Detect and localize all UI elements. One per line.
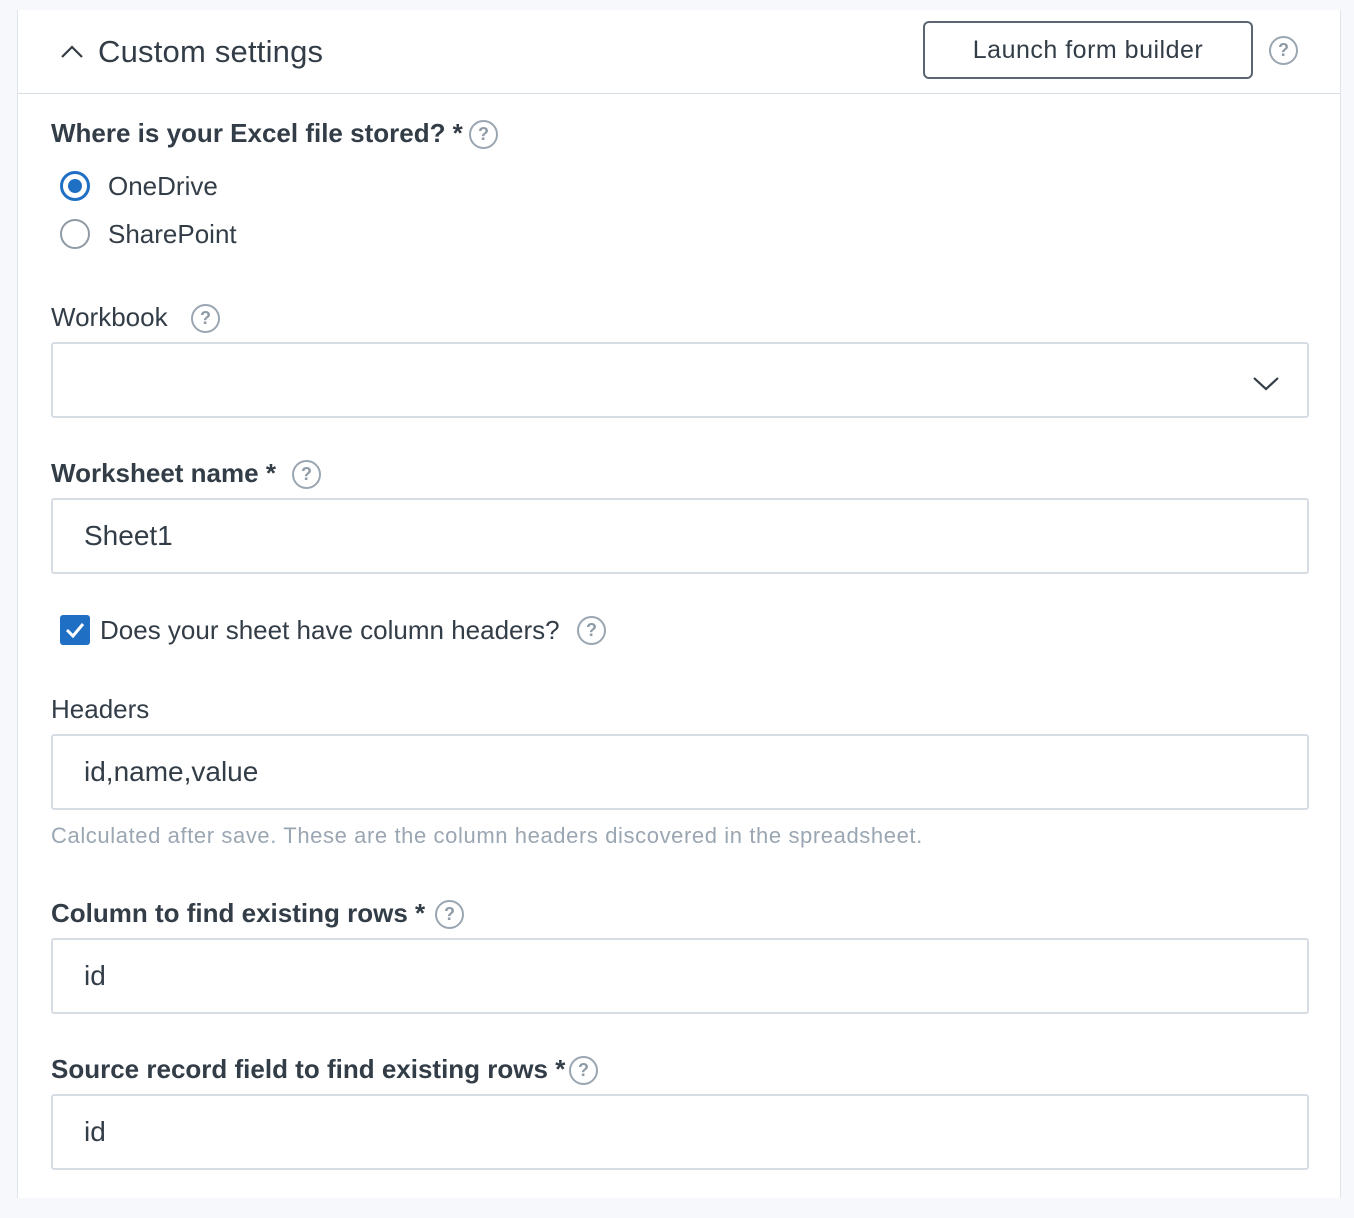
panel-title: Custom settings <box>98 34 324 69</box>
column-headers-checkbox-row[interactable]: Does your sheet have column headers? <box>60 612 560 648</box>
headers-label: Headers <box>51 694 150 724</box>
panel-header: Custom settings Launch form builder ? <box>18 10 1340 94</box>
radio-onedrive[interactable]: OneDrive <box>60 168 218 204</box>
find-column-input[interactable]: id <box>51 938 1309 1014</box>
storage-location-label: Where is your Excel file stored? * <box>51 118 463 148</box>
checkmark-icon <box>65 623 85 639</box>
column-headers-checkbox[interactable] <box>60 615 90 645</box>
chevron-down-icon <box>1253 377 1279 391</box>
radio-sharepoint-label: SharePoint <box>108 218 237 249</box>
headers-hint: Calculated after save. These are the col… <box>51 823 923 848</box>
headers-value: id,name,value <box>84 756 259 787</box>
worksheet-name-label: Worksheet name * <box>51 458 276 488</box>
collapse-toggle[interactable]: Custom settings <box>58 32 323 72</box>
radio-sharepoint[interactable]: SharePoint <box>60 216 237 252</box>
launch-form-builder-button[interactable]: Launch form builder <box>923 21 1253 79</box>
worksheet-name-value: Sheet1 <box>84 520 173 551</box>
custom-settings-panel: Custom settings Launch form builder ? Wh… <box>17 10 1341 1198</box>
radio-onedrive-label: OneDrive <box>108 170 218 201</box>
radio-button-unselected[interactable] <box>60 219 90 249</box>
workbook-select[interactable] <box>51 342 1309 418</box>
worksheet-help-icon[interactable]: ? <box>292 460 321 489</box>
find-column-value: id <box>84 960 106 991</box>
column-headers-help-icon[interactable]: ? <box>577 616 606 645</box>
chevron-up-icon <box>61 45 83 58</box>
find-column-help-icon[interactable]: ? <box>435 900 464 929</box>
column-headers-checkbox-label: Does your sheet have column headers? <box>100 614 560 645</box>
worksheet-name-input[interactable]: Sheet1 <box>51 498 1309 574</box>
workbook-label: Workbook <box>51 302 168 332</box>
workbook-help-icon[interactable]: ? <box>191 304 220 333</box>
source-field-help-icon[interactable]: ? <box>569 1056 598 1085</box>
storage-help-icon[interactable]: ? <box>469 120 498 149</box>
source-field-label: Source record field to find existing row… <box>51 1054 566 1084</box>
source-field-value: id <box>84 1116 106 1147</box>
find-column-label: Column to find existing rows * <box>51 898 426 928</box>
help-icon[interactable]: ? <box>1269 36 1298 65</box>
source-field-input[interactable]: id <box>51 1094 1309 1170</box>
radio-button-selected[interactable] <box>60 171 90 201</box>
headers-input[interactable]: id,name,value <box>51 734 1309 810</box>
